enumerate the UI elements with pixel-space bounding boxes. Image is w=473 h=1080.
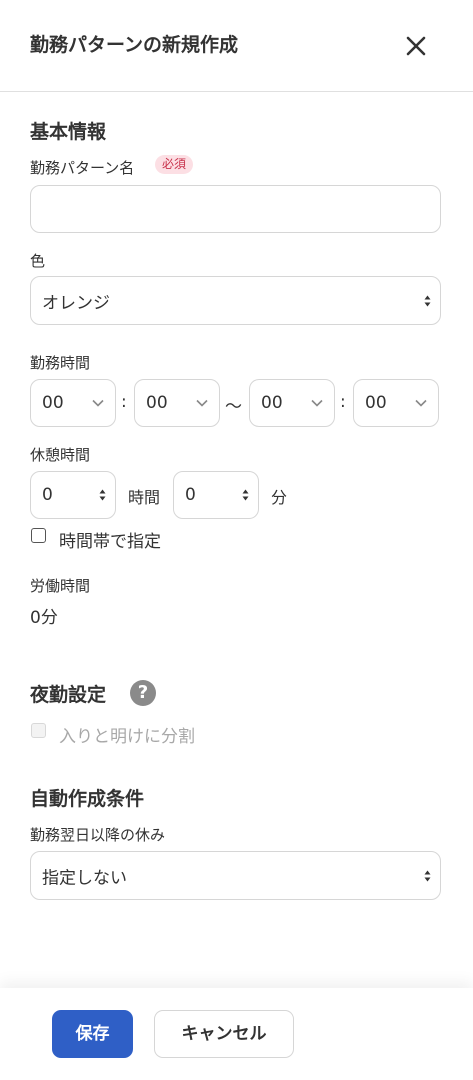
select-updown-icon	[424, 870, 431, 881]
modal-title: 勤務パターンの新規作成	[30, 34, 239, 56]
rest-days-value: 指定しない	[42, 868, 127, 888]
chevron-down-icon	[311, 399, 323, 407]
time-colon: :	[121, 392, 127, 412]
break-minutes-stepper[interactable]: 0	[173, 471, 259, 519]
night-shift-title: 夜勤設定	[30, 684, 107, 706]
select-updown-icon	[424, 295, 431, 306]
chevron-down-icon	[415, 399, 427, 407]
break-hours-stepper[interactable]: 0	[30, 471, 116, 519]
close-icon	[406, 36, 426, 56]
end-minute-select[interactable]: 00	[353, 379, 439, 427]
labor-time-label: 労働時間	[30, 577, 91, 595]
pattern-name-input[interactable]	[30, 185, 441, 233]
basic-info-title: 基本情報	[30, 121, 107, 143]
stepper-updown-icon	[242, 489, 249, 501]
color-select[interactable]: オレンジ	[30, 276, 441, 325]
labor-time-value: 0分	[30, 608, 58, 628]
rest-days-select[interactable]: 指定しない	[30, 851, 441, 900]
start-minute-value: 00	[146, 393, 168, 413]
start-minute-select[interactable]: 00	[134, 379, 220, 427]
time-colon: :	[340, 392, 346, 412]
start-hour-select[interactable]: 00	[30, 379, 116, 427]
chevron-down-icon	[92, 399, 104, 407]
break-minutes-unit: 分	[271, 488, 288, 507]
stepper-updown-icon	[99, 489, 106, 501]
chevron-down-icon	[196, 399, 208, 407]
rest-days-label: 勤務翌日以降の休み	[30, 826, 166, 844]
break-hours-value: 0	[42, 485, 53, 505]
split-shift-checkbox-label: 入りと明けに分割	[59, 727, 195, 747]
split-shift-checkbox	[31, 723, 46, 738]
start-hour-value: 00	[42, 393, 64, 413]
help-icon[interactable]: ?	[130, 680, 156, 706]
break-hours-unit: 時間	[128, 488, 161, 507]
close-button[interactable]	[400, 30, 432, 62]
cancel-button[interactable]: キャンセル	[154, 1010, 294, 1058]
save-button[interactable]: 保存	[52, 1010, 133, 1058]
end-minute-value: 00	[365, 393, 387, 413]
color-label: 色	[30, 252, 46, 270]
break-time-label: 休憩時間	[30, 446, 91, 464]
auto-create-title: 自動作成条件	[30, 788, 145, 810]
end-hour-select[interactable]: 00	[249, 379, 335, 427]
modal-header: 勤務パターンの新規作成	[0, 0, 473, 92]
time-range-checkbox-label[interactable]: 時間帯で指定	[59, 527, 161, 552]
time-tilde: 〜	[225, 397, 242, 417]
end-hour-value: 00	[261, 393, 283, 413]
work-time-label: 勤務時間	[30, 354, 91, 372]
required-badge: 必須	[155, 155, 194, 174]
color-select-value: オレンジ	[42, 293, 110, 313]
break-minutes-value: 0	[185, 485, 196, 505]
time-range-checkbox[interactable]	[31, 528, 46, 543]
pattern-name-label: 勤務パターン名	[30, 159, 135, 177]
